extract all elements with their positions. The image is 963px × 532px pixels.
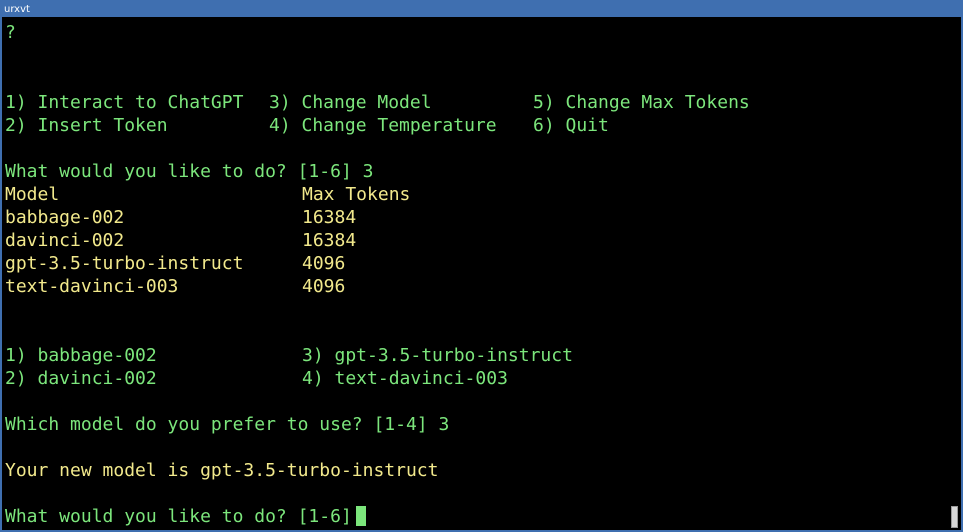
model-choice: 4) text-davinci-003 [302, 368, 508, 389]
terminal-window: urxvt ? 1) Interact to ChatGPT 3) Change… [0, 0, 963, 532]
table-row-model: gpt-3.5-turbo-instruct [5, 253, 244, 274]
menu-item: 1) Interact to ChatGPT [5, 92, 244, 113]
text-cursor [355, 506, 366, 526]
model-choice: 2) davinci-002 [5, 368, 157, 389]
table-header-model: Model [5, 184, 60, 205]
scrollbar-thumb[interactable] [951, 506, 958, 528]
terminal-output[interactable]: ? 1) Interact to ChatGPT 3) Change Model… [5, 17, 947, 530]
table-row-model: davinci-002 [5, 230, 125, 251]
menu-item: 5) Change Max Tokens [533, 92, 750, 113]
first-prompt: What would you like to do? [1-6] 3 [5, 161, 374, 182]
menu-item: 6) Quit [533, 115, 609, 136]
menu-item: 3) Change Model [269, 92, 432, 113]
menu-item: 4) Change Temperature [269, 115, 497, 136]
model-prompt: Which model do you prefer to use? [1-4] … [5, 414, 450, 435]
table-row-tokens: 16384 [302, 230, 357, 251]
table-row-tokens: 16384 [302, 207, 357, 228]
table-row-tokens: 4096 [302, 253, 346, 274]
table-row-model: babbage-002 [5, 207, 125, 228]
prompt-mark: ? [5, 22, 16, 43]
result-message: Your new model is gpt-3.5-turbo-instruct [5, 460, 439, 481]
window-title: urxvt [2, 2, 961, 17]
menu-item: 2) Insert Token [5, 115, 168, 136]
model-choice: 1) babbage-002 [5, 345, 157, 366]
table-row-model: text-davinci-003 [5, 276, 179, 297]
scrollbar[interactable] [950, 17, 959, 530]
table-row-tokens: 4096 [302, 276, 346, 297]
table-header-max-tokens: Max Tokens [302, 184, 411, 205]
current-prompt-line[interactable]: What would you like to do? [1-6] [5, 505, 366, 528]
model-choice: 3) gpt-3.5-turbo-instruct [302, 345, 573, 366]
current-prompt: What would you like to do? [1-6] [5, 506, 352, 527]
